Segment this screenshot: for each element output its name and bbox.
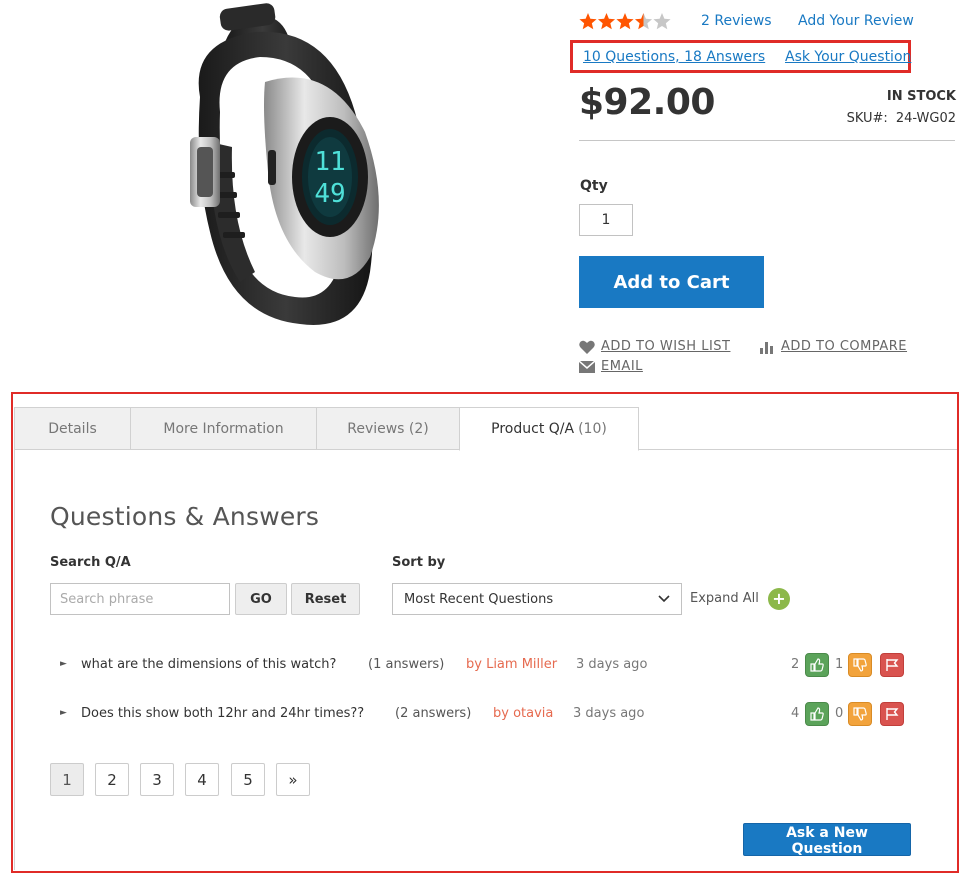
tab-reviews-label: Reviews (2)	[347, 420, 429, 437]
page-button-2[interactable]: 2	[95, 763, 129, 796]
vote-up-count: 4	[791, 706, 800, 721]
thumbs-down-icon[interactable]	[848, 702, 872, 726]
sort-by-select[interactable]: Most Recent Questions	[392, 583, 682, 615]
vote-down-count: 1	[835, 657, 844, 672]
search-qa-input[interactable]	[50, 583, 230, 615]
bar-chart-icon	[760, 341, 773, 354]
tab-reviews[interactable]: Reviews (2)	[316, 407, 460, 450]
product-price: $92.00	[579, 82, 715, 123]
wishlist-label: ADD TO WISH LIST	[601, 339, 731, 354]
tab-product-qa-label: Product Q/A	[491, 421, 575, 437]
tab-details[interactable]: Details	[14, 407, 131, 450]
flag-icon[interactable]	[880, 702, 904, 726]
product-tabs-section: Details More Information Reviews (2) Pro…	[11, 392, 959, 873]
add-to-compare-link[interactable]: ADD TO COMPARE	[759, 339, 907, 354]
triangle-right-icon[interactable]: ►	[60, 708, 67, 718]
question-text[interactable]: what are the dimensions of this watch?	[81, 657, 336, 672]
question-answer-count: (2 answers)	[395, 706, 472, 721]
star-icon	[616, 13, 634, 30]
sort-by-label: Sort by	[392, 555, 446, 570]
thumbs-down-icon[interactable]	[848, 653, 872, 677]
add-review-link[interactable]: Add Your Review	[798, 13, 914, 29]
qa-summary-box: 10 Questions, 18 Answers Ask Your Questi…	[570, 40, 911, 73]
add-to-wishlist-link[interactable]: ADD TO WISH LIST	[579, 339, 730, 354]
ask-question-link[interactable]: Ask Your Question	[785, 49, 911, 65]
page-button-3[interactable]: 3	[140, 763, 174, 796]
star-icon	[579, 13, 597, 30]
envelope-icon	[579, 360, 595, 373]
heart-icon	[579, 340, 595, 354]
star-icon	[653, 13, 671, 30]
star-icon	[597, 13, 616, 30]
svg-text:49: 49	[314, 179, 345, 209]
page-button-4[interactable]: 4	[185, 763, 219, 796]
rating-stars	[579, 12, 671, 32]
tab-more-information[interactable]: More Information	[130, 407, 317, 450]
expand-all-label[interactable]: Expand All	[690, 591, 759, 606]
vote-up-count: 2	[791, 657, 800, 672]
question-text[interactable]: Does this show both 12hr and 24hr times?…	[81, 706, 364, 721]
expand-all-plus-icon[interactable]: +	[768, 588, 790, 610]
thumbs-up-icon[interactable]	[805, 702, 829, 726]
email-link[interactable]: EMAIL	[579, 359, 643, 374]
qty-input[interactable]	[579, 204, 633, 236]
tab-details-label: Details	[48, 420, 97, 437]
add-to-cart-button[interactable]: Add to Cart	[579, 256, 764, 308]
page-next-button[interactable]: »	[276, 763, 310, 796]
tabs-divider	[639, 449, 957, 450]
page-button-1[interactable]: 1	[50, 763, 84, 796]
tab-more-information-label: More Information	[163, 420, 284, 437]
search-qa-label: Search Q/A	[50, 555, 131, 570]
price-divider	[579, 140, 955, 141]
question-answer-count: (1 answers)	[368, 657, 445, 672]
star-icon	[634, 13, 653, 30]
question-time: 3 days ago	[576, 657, 648, 672]
sku-row: SKU#: 24-WG02	[847, 111, 956, 126]
flag-icon[interactable]	[880, 653, 904, 677]
search-reset-button[interactable]: Reset	[291, 583, 360, 615]
vote-down-count: 0	[835, 706, 844, 721]
qty-label: Qty	[580, 178, 608, 194]
stock-status: IN STOCK	[886, 89, 956, 104]
sku-label: SKU#:	[846, 111, 888, 126]
ask-new-question-button[interactable]: Ask a New Question	[743, 823, 911, 857]
question-author: by otavia	[493, 706, 554, 721]
compare-label: ADD TO COMPARE	[781, 339, 908, 354]
question-time: 3 days ago	[573, 706, 645, 721]
question-row[interactable]: ► Does this show both 12hr and 24hr time…	[60, 702, 910, 726]
qa-heading: Questions & Answers	[50, 502, 320, 531]
page-button-5[interactable]: 5	[231, 763, 265, 796]
tab-product-qa-count: (10)	[578, 421, 607, 437]
search-go-button[interactable]: GO	[235, 583, 287, 615]
tab-product-qa[interactable]: Product Q/A (10)	[459, 407, 639, 451]
qa-summary-link[interactable]: 10 Questions, 18 Answers	[583, 49, 765, 65]
tab-panel-border	[14, 450, 15, 870]
reviews-link[interactable]: 2 Reviews	[701, 13, 772, 29]
chevron-down-icon	[658, 595, 670, 603]
triangle-right-icon[interactable]: ►	[60, 659, 67, 669]
email-label: EMAIL	[601, 359, 643, 374]
sku-value: 24-WG02	[895, 111, 956, 126]
sort-by-selected-value: Most Recent Questions	[404, 591, 554, 607]
svg-text:11: 11	[314, 147, 345, 177]
thumbs-up-icon[interactable]	[805, 653, 829, 677]
question-author: by Liam Miller	[466, 657, 558, 672]
question-row[interactable]: ► what are the dimensions of this watch?…	[60, 653, 910, 677]
product-image: 11 49	[180, 2, 390, 332]
